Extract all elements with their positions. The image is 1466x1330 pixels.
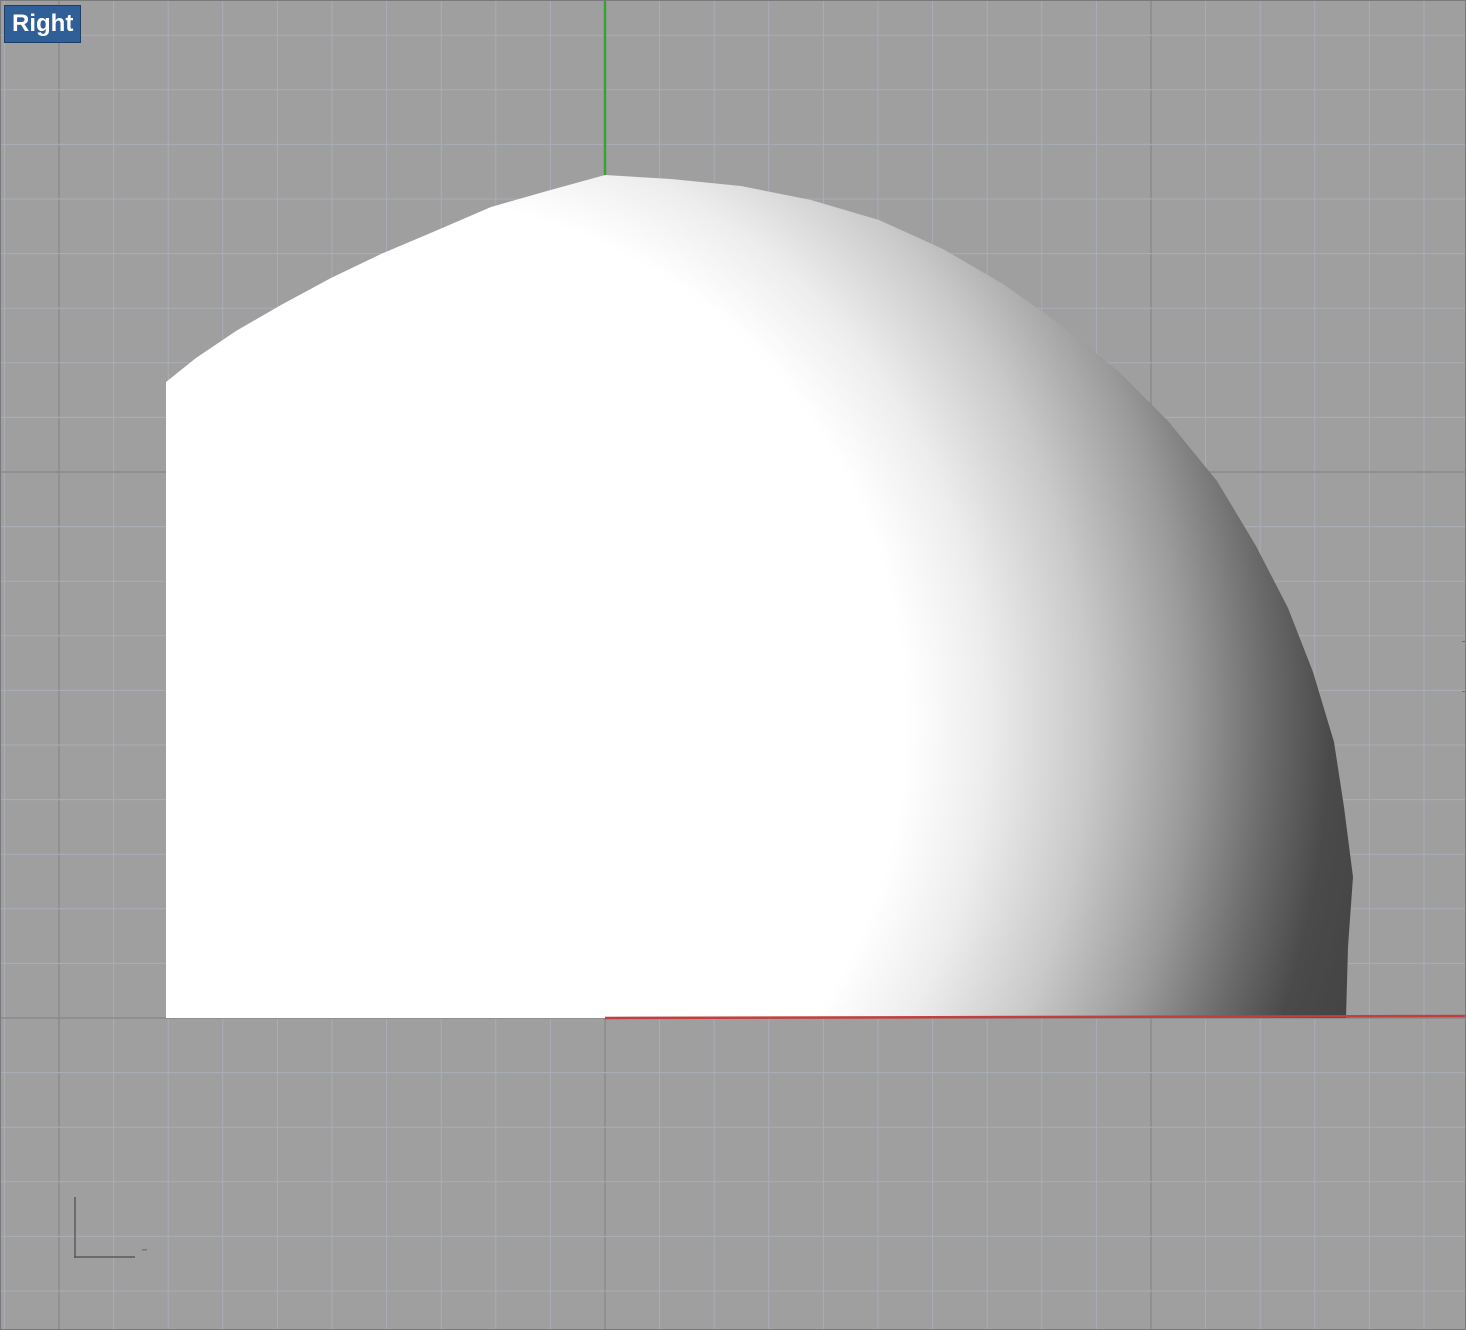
world-axes-icon — [74, 1197, 147, 1258]
viewport-canvas[interactable] — [1, 1, 1466, 1330]
viewport-right[interactable]: Right — [0, 0, 1466, 1330]
shaded-sphere[interactable] — [166, 175, 1353, 1018]
viewport-edge-tick — [1462, 641, 1465, 642]
viewport-title-tab[interactable]: Right — [4, 5, 82, 43]
viewport-edge-tick — [1462, 691, 1465, 692]
